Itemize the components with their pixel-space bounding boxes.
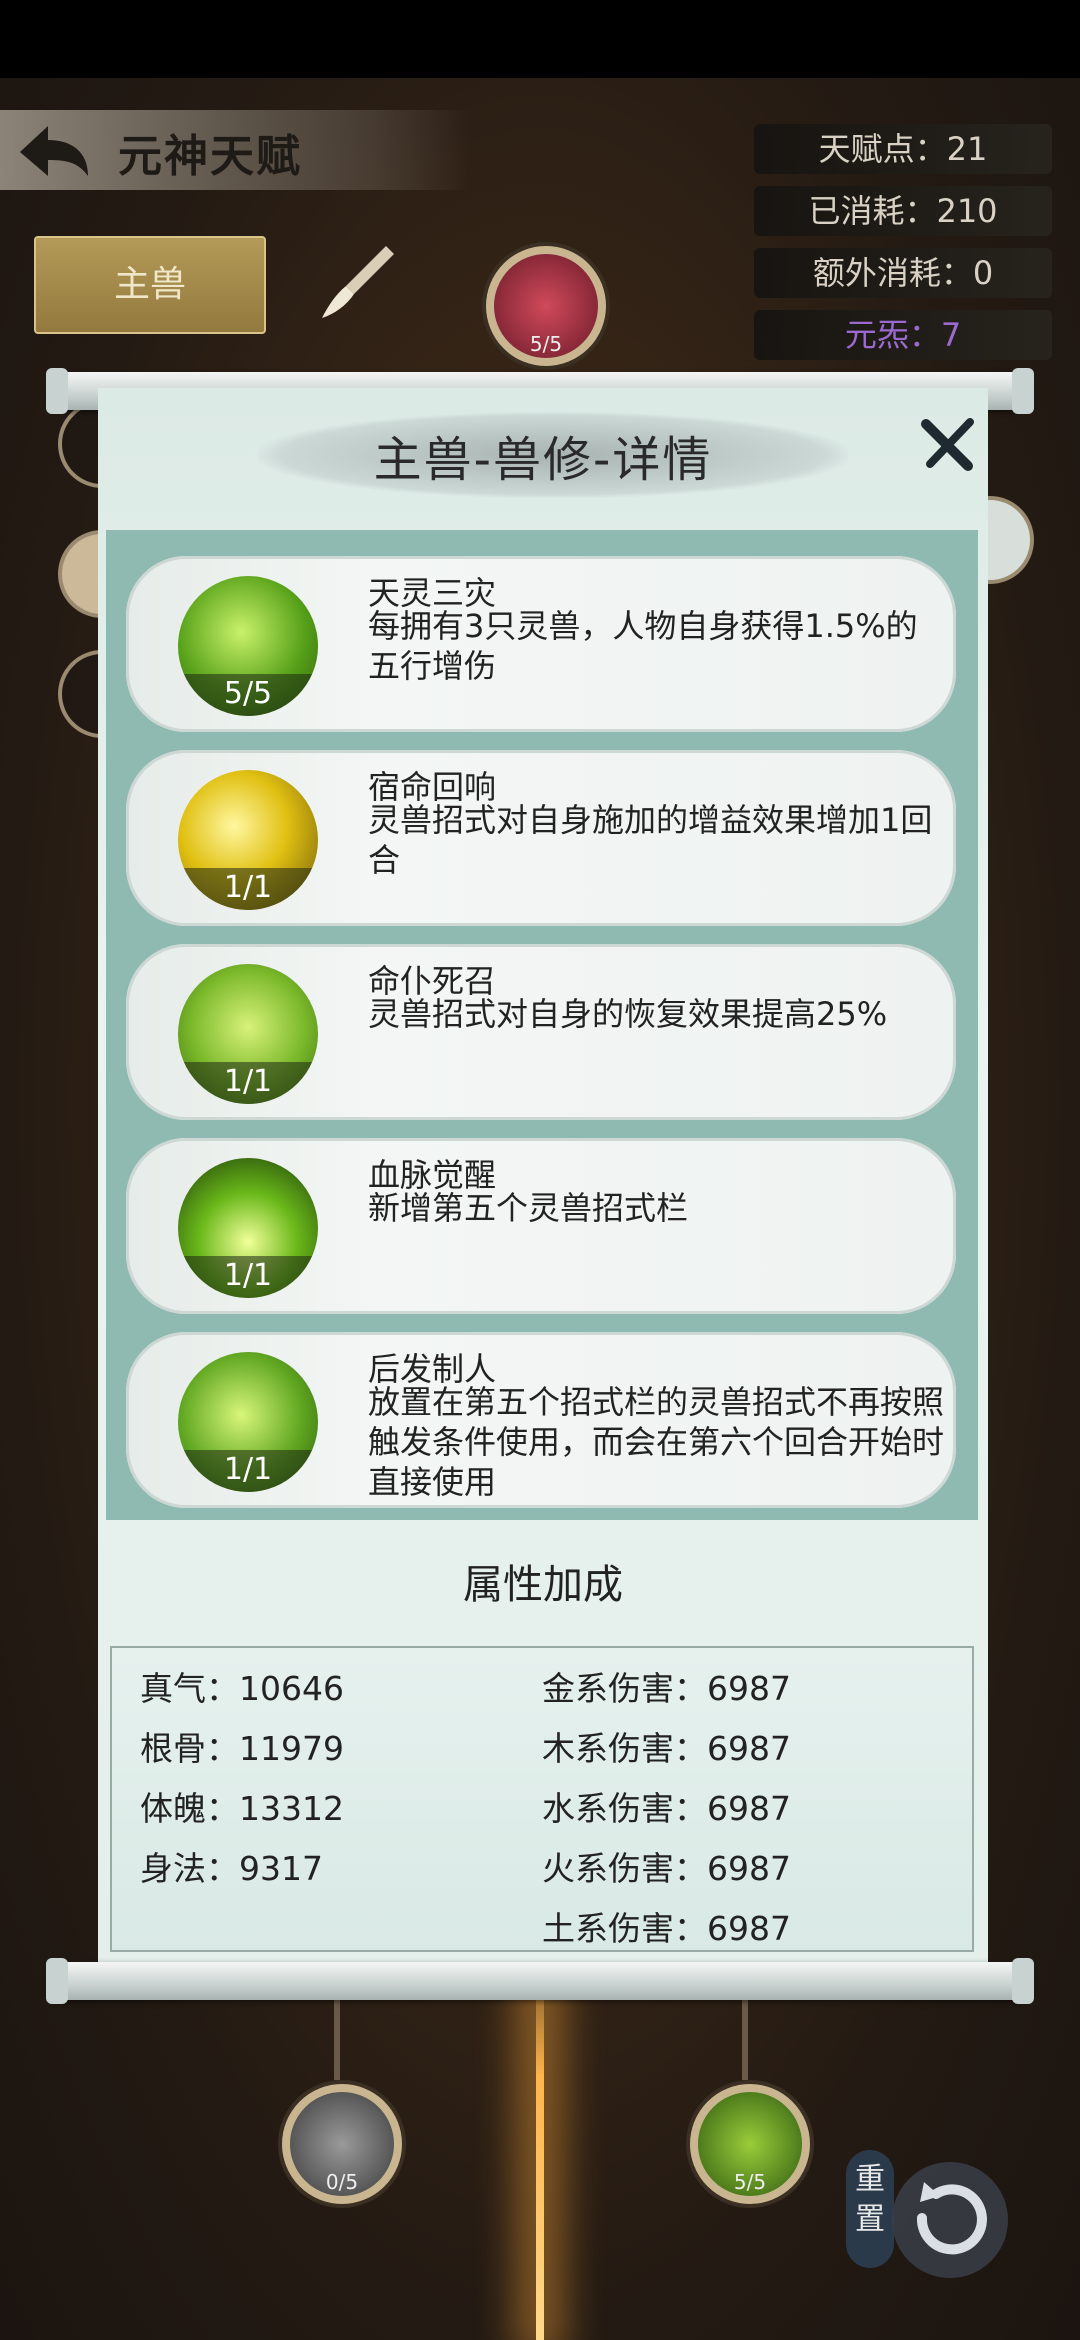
skill-level: 1/1 <box>178 1256 318 1298</box>
skill-card[interactable]: 1/1 血脉觉醒 新增第五个灵兽招式栏 <box>126 1138 956 1314</box>
reset-label: 重置 <box>846 2150 894 2268</box>
tree-branch <box>334 1990 340 2080</box>
tree-node-bottom-right[interactable]: 5/5 <box>690 2084 810 2204</box>
attributes-box: 真气：10646 根骨：11979 体魄：13312 身法：9317 金系伤害：… <box>110 1646 974 1952</box>
brush-icon[interactable] <box>316 240 400 324</box>
attribute-left: 体魄：13312 <box>140 1789 344 1828</box>
consumed-stat: 已消耗：210 <box>754 186 1052 236</box>
healing-cross-skill-icon: 1/1 <box>178 964 318 1104</box>
extra-consumed-stat: 额外消耗：0 <box>754 248 1052 298</box>
game-screen: 元神天赋 天赋点：21 已消耗：210 额外消耗：0 元炁：7 主兽 5/5 0… <box>0 0 1080 2340</box>
green-flame-skill-icon: 1/1 <box>178 1158 318 1298</box>
status-bar <box>0 0 1080 78</box>
attribute-right: 火系伤害：6987 <box>542 1849 791 1888</box>
skill-level: 1/1 <box>178 1450 318 1492</box>
yuansu-stat: 元炁：7 <box>754 310 1052 360</box>
skill-desc: 灵兽招式对自身施加的增益效果增加1回合 <box>368 801 933 879</box>
golden-rune-skill-icon: 1/1 <box>178 770 318 910</box>
close-icon[interactable] <box>918 414 978 474</box>
attribute-left: 根骨：11979 <box>140 1729 344 1768</box>
attribute-right: 木系伤害：6987 <box>542 1729 791 1768</box>
scroll-rod-cap <box>1012 368 1034 414</box>
attribute-left: 身法：9317 <box>140 1849 323 1888</box>
panel-title: 主兽-兽修-详情 <box>373 432 713 488</box>
skill-desc: 灵兽招式对自身的恢复效果提高25% <box>368 995 888 1033</box>
tab-main-beast[interactable]: 主兽 <box>34 236 266 334</box>
node-level: 5/5 <box>529 332 563 356</box>
skill-card[interactable]: 1/1 后发制人 放置在第五个招式栏的灵兽招式不再按照触发条件使用，而会在第六个… <box>126 1332 956 1508</box>
tree-node-top[interactable]: 5/5 <box>486 246 606 366</box>
attribute-right: 金系伤害：6987 <box>542 1669 791 1708</box>
attributes-title: 属性加成 <box>463 1562 623 1608</box>
skill-desc: 每拥有3只灵兽，人物自身获得1.5%的五行增伤 <box>368 607 918 685</box>
skill-list[interactable]: 5/5 天灵三灾 每拥有3只灵兽，人物自身获得1.5%的五行增伤 1/1 宿命回… <box>106 530 978 1520</box>
skill-desc: 新增第五个灵兽招式栏 <box>368 1189 689 1227</box>
skill-card[interactable]: 1/1 命仆死召 灵兽招式对自身的恢复效果提高25% <box>126 944 956 1120</box>
skill-desc: 放置在第五个招式栏的灵兽招式不再按照触发条件使用，而会在第六个回合开始时直接使用 <box>368 1383 945 1501</box>
scroll-rod-cap <box>46 1958 68 2004</box>
attribute-right: 土系伤害：6987 <box>542 1909 791 1948</box>
page-title: 元神天赋 <box>118 131 302 182</box>
scroll-rod-cap <box>1012 1958 1034 2004</box>
skill-level: 5/5 <box>178 674 318 716</box>
tree-branch <box>742 1990 748 2080</box>
attribute-right: 水系伤害：6987 <box>542 1789 791 1828</box>
running-figure-skill-icon: 1/1 <box>178 1352 318 1492</box>
back-arrow-icon[interactable] <box>14 118 94 184</box>
skill-card[interactable]: 1/1 宿命回响 灵兽招式对自身施加的增益效果增加1回合 <box>126 750 956 926</box>
scroll-rod-bottom <box>48 1962 1032 2000</box>
green-leaf-skill-icon: 5/5 <box>178 576 318 716</box>
reset-icon[interactable] <box>888 2158 1012 2282</box>
skill-level: 1/1 <box>178 1062 318 1104</box>
node-level: 5/5 <box>733 2170 767 2194</box>
attribute-left: 真气：10646 <box>140 1669 344 1708</box>
skill-level: 1/1 <box>178 868 318 910</box>
skill-card[interactable]: 5/5 天灵三灾 每拥有3只灵兽，人物自身获得1.5%的五行增伤 <box>126 556 956 732</box>
scroll-rod-cap <box>46 368 68 414</box>
node-level: 0/5 <box>325 2170 359 2194</box>
talent-points-stat: 天赋点：21 <box>754 124 1052 174</box>
tree-node-bottom-left[interactable]: 0/5 <box>282 2084 402 2204</box>
